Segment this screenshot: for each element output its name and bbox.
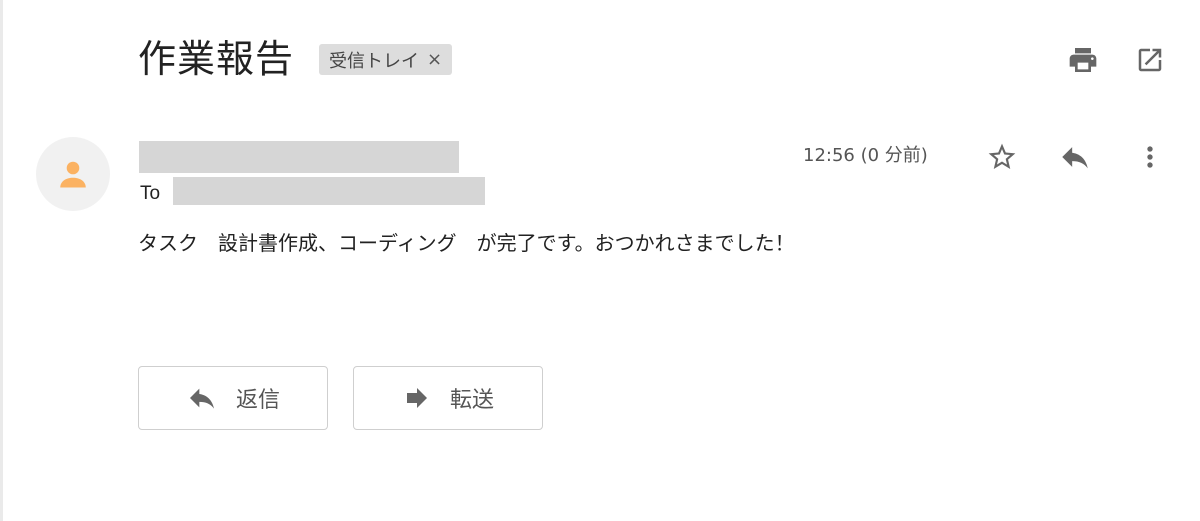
remove-label-icon[interactable]: × [427, 49, 442, 70]
email-subject: 作業報告 [138, 37, 295, 81]
avatar [36, 137, 110, 211]
star-icon[interactable] [985, 140, 1019, 174]
recipient-redacted [173, 177, 485, 205]
label-chip-inbox[interactable]: 受信トレイ × [319, 44, 453, 75]
forward-button-label: 転送 [449, 388, 494, 413]
reply-button-label: 返信 [235, 388, 280, 413]
reply-icon [189, 388, 214, 409]
to-label: To [140, 183, 161, 204]
print-icon[interactable] [1067, 44, 1099, 76]
email-body: タスク 設計書作成、コーディング が完了です。おつかれさまでした！ [138, 231, 795, 255]
more-vert-icon[interactable] [1133, 140, 1167, 174]
forward-arrow-icon [406, 388, 427, 408]
person-icon [60, 161, 86, 188]
reply-button[interactable]: 返信 [138, 366, 328, 430]
forward-button[interactable]: 転送 [353, 366, 543, 430]
pane-border [0, 0, 3, 521]
sender-redacted [139, 141, 459, 173]
reply-icon[interactable] [1058, 140, 1092, 174]
label-chip-text: 受信トレイ [329, 50, 419, 72]
open-in-new-window-icon[interactable] [1134, 44, 1166, 76]
email-timestamp: 12:56 (0 分前) [803, 145, 928, 166]
